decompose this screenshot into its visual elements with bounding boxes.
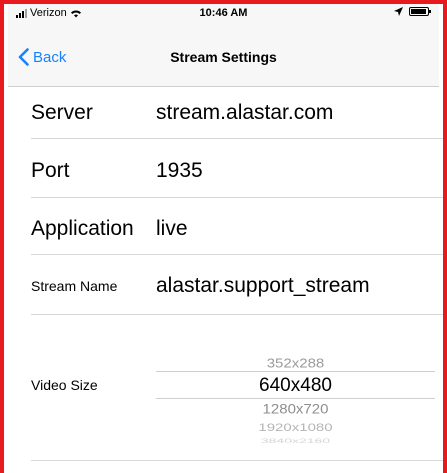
app-screen: Verizon 10:46 AM Back Stream Settings Se… <box>0 0 447 473</box>
server-label: Server <box>31 101 93 124</box>
video-size-picker[interactable]: 352x288 640x480 1280x720 1920x1080 3840x… <box>156 347 435 447</box>
port-label: Port <box>31 159 70 182</box>
picker-option-1280x720[interactable]: 1280x720 <box>156 402 435 417</box>
picker-option-1920x1080[interactable]: 1920x1080 <box>156 421 435 434</box>
video-size-label: Video Size <box>31 377 98 393</box>
port-field[interactable]: 1935 <box>156 159 203 183</box>
page-title: Stream Settings <box>170 49 277 65</box>
application-label: Application <box>31 217 134 240</box>
navigation-bar: Back Stream Settings <box>8 22 439 87</box>
picker-option-640x480[interactable]: 640x480 <box>156 375 435 397</box>
application-row: Application live <box>31 197 443 255</box>
server-row: Server stream.alastar.com <box>31 86 443 139</box>
battery-icon <box>409 7 431 16</box>
picker-selection-top <box>156 371 435 372</box>
picker-option-352x288[interactable]: 352x288 <box>156 356 435 371</box>
status-bar: Verizon 10:46 AM <box>8 4 439 22</box>
port-row: Port 1935 <box>31 138 443 198</box>
status-right <box>394 7 431 16</box>
picker-selection-bottom <box>156 398 435 399</box>
server-field[interactable]: stream.alastar.com <box>156 101 333 125</box>
stream-name-row: Stream Name alastar.support_stream <box>31 254 443 315</box>
stream-name-label: Stream Name <box>31 278 118 294</box>
stream-name-field[interactable]: alastar.support_stream <box>156 274 370 298</box>
picker-option-3840x2160[interactable]: 3840x2160 <box>156 437 435 444</box>
location-arrow-icon <box>394 7 403 16</box>
application-field[interactable]: live <box>156 217 188 241</box>
status-time: 10:46 AM <box>199 7 248 19</box>
